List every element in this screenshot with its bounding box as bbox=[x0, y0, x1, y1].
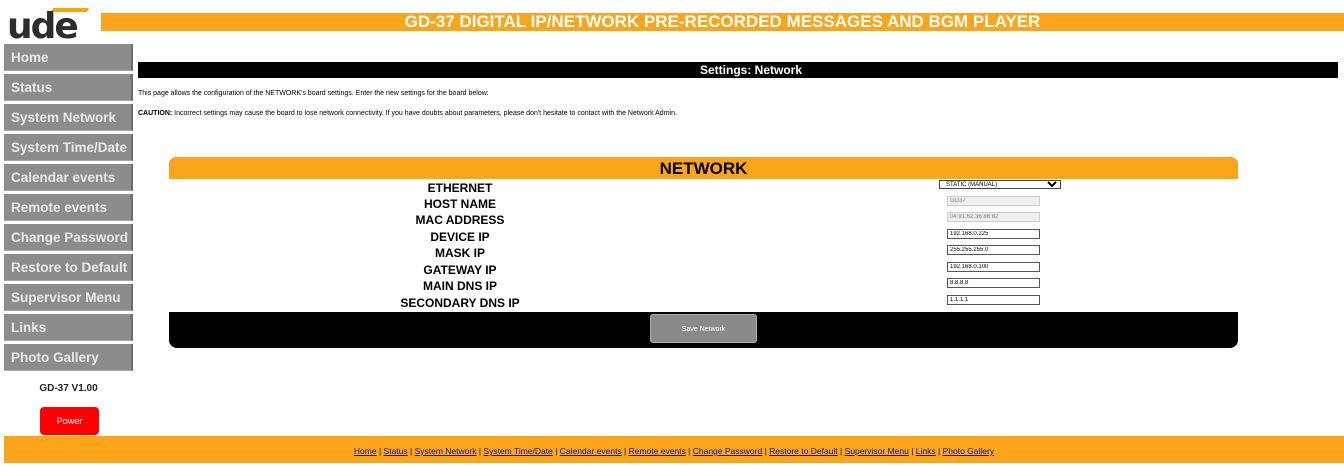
footer-link-remote-events[interactable]: Remote events bbox=[629, 446, 686, 456]
gateway-ip-row: GATEWAY IP bbox=[169, 262, 1238, 278]
sidebar-item-supervisor-menu[interactable]: Supervisor Menu bbox=[4, 284, 133, 311]
footer-separator: | bbox=[908, 446, 916, 456]
mac-address-label: MAC ADDRESS bbox=[415, 213, 505, 227]
mask-ip-field[interactable] bbox=[947, 245, 1040, 255]
footer-link-restore-default[interactable]: Restore to Default bbox=[769, 446, 838, 456]
footer-link-links[interactable]: Links bbox=[916, 446, 936, 456]
host-name-row: HOST NAME bbox=[169, 196, 1238, 212]
firmware-version: GD-37 V1.00 bbox=[39, 383, 98, 394]
secondary-dns-label: SECONDARY DNS IP bbox=[400, 296, 520, 310]
footer-links-bar: Home | Status | System Network | System … bbox=[4, 436, 1344, 463]
caution-note: CAUTION: Incorrect settings may cause th… bbox=[138, 110, 677, 117]
caution-text: Incorrect settings may cause the board t… bbox=[172, 110, 677, 117]
footer-link-photo-gallery[interactable]: Photo Gallery bbox=[943, 446, 995, 456]
footer-link-calendar-events[interactable]: Calendar events bbox=[560, 446, 622, 456]
mask-ip-label: MASK IP bbox=[434, 246, 485, 260]
footer-separator: | bbox=[685, 446, 693, 456]
secondary-dns-field[interactable] bbox=[947, 295, 1040, 305]
network-panel: NETWORK ETHERNET STATIC (MANUAL) HOST NA… bbox=[169, 157, 1238, 348]
sidebar-item-calendar-events[interactable]: Calendar events bbox=[4, 164, 133, 191]
device-ip-row: DEVICE IP bbox=[169, 229, 1238, 245]
device-ip-field[interactable] bbox=[947, 229, 1040, 239]
footer-separator: | bbox=[935, 446, 943, 456]
sidebar-item-system-network[interactable]: System Network bbox=[4, 104, 133, 131]
footer-link-supervisor-menu[interactable]: Supervisor Menu bbox=[845, 446, 909, 456]
host-name-field[interactable] bbox=[947, 196, 1040, 206]
network-panel-title: NETWORK bbox=[169, 157, 1238, 179]
host-name-label: HOST NAME bbox=[424, 197, 496, 211]
save-network-button[interactable]: Save Network bbox=[650, 314, 757, 343]
gateway-ip-label: GATEWAY IP bbox=[423, 263, 497, 277]
ethernet-label: ETHERNET bbox=[427, 181, 493, 195]
settings-title-bar: Settings: Network bbox=[138, 62, 1338, 78]
caution-label: CAUTION: bbox=[138, 110, 173, 117]
main-dns-field[interactable] bbox=[947, 278, 1040, 288]
main-dns-label: MAIN DNS IP bbox=[422, 279, 497, 293]
mask-ip-row: MASK IP bbox=[169, 245, 1238, 261]
ethernet-mode-select[interactable]: STATIC (MANUAL) bbox=[939, 180, 1061, 189]
footer-separator: | bbox=[407, 446, 415, 456]
secondary-dns-row: SECONDARY DNS IP bbox=[169, 295, 1238, 311]
footer-link-status[interactable]: Status bbox=[384, 446, 408, 456]
page-description: This page allows the configuration of th… bbox=[138, 90, 489, 97]
sidebar-item-links[interactable]: Links bbox=[4, 314, 133, 341]
footer-link-system-time-date[interactable]: System Time/Date bbox=[483, 446, 552, 456]
power-button[interactable]: Power bbox=[40, 407, 99, 435]
logo-text: ude bbox=[7, 6, 79, 47]
footer-link-home[interactable]: Home bbox=[354, 446, 377, 456]
footer-separator: | bbox=[621, 446, 629, 456]
sidebar-item-system-time-date[interactable]: System Time/Date bbox=[4, 134, 133, 161]
ethernet-row: ETHERNET STATIC (MANUAL) bbox=[169, 180, 1238, 196]
device-ip-label: DEVICE IP bbox=[430, 230, 490, 244]
header-bar: GD-37 DIGITAL IP/NETWORK PRE-RECORDED ME… bbox=[101, 13, 1344, 31]
page-header-title: GD-37 DIGITAL IP/NETWORK PRE-RECORDED ME… bbox=[404, 12, 1041, 31]
footer-separator: | bbox=[552, 446, 560, 456]
sidebar-nav: Home Status System Network System Time/D… bbox=[4, 44, 133, 374]
footer-separator: | bbox=[837, 446, 845, 456]
sidebar-item-home[interactable]: Home bbox=[4, 44, 133, 71]
main-dns-row: MAIN DNS IP bbox=[169, 278, 1238, 294]
sidebar-item-status[interactable]: Status bbox=[4, 74, 133, 101]
sidebar-item-remote-events[interactable]: Remote events bbox=[4, 194, 133, 221]
mac-address-row: MAC ADDRESS bbox=[169, 212, 1238, 228]
gateway-ip-field[interactable] bbox=[947, 262, 1040, 272]
sidebar-item-change-password[interactable]: Change Password bbox=[4, 224, 133, 251]
footer-link-system-network[interactable]: System Network bbox=[415, 446, 477, 456]
network-form: ETHERNET STATIC (MANUAL) HOST NAME MAC A… bbox=[169, 179, 1238, 312]
sidebar-item-photo-gallery[interactable]: Photo Gallery bbox=[4, 344, 133, 371]
mac-address-field[interactable] bbox=[947, 212, 1040, 222]
sidebar-item-restore-default[interactable]: Restore to Default bbox=[4, 254, 133, 281]
footer-link-change-password[interactable]: Change Password bbox=[693, 446, 762, 456]
footer-separator: | bbox=[376, 446, 384, 456]
